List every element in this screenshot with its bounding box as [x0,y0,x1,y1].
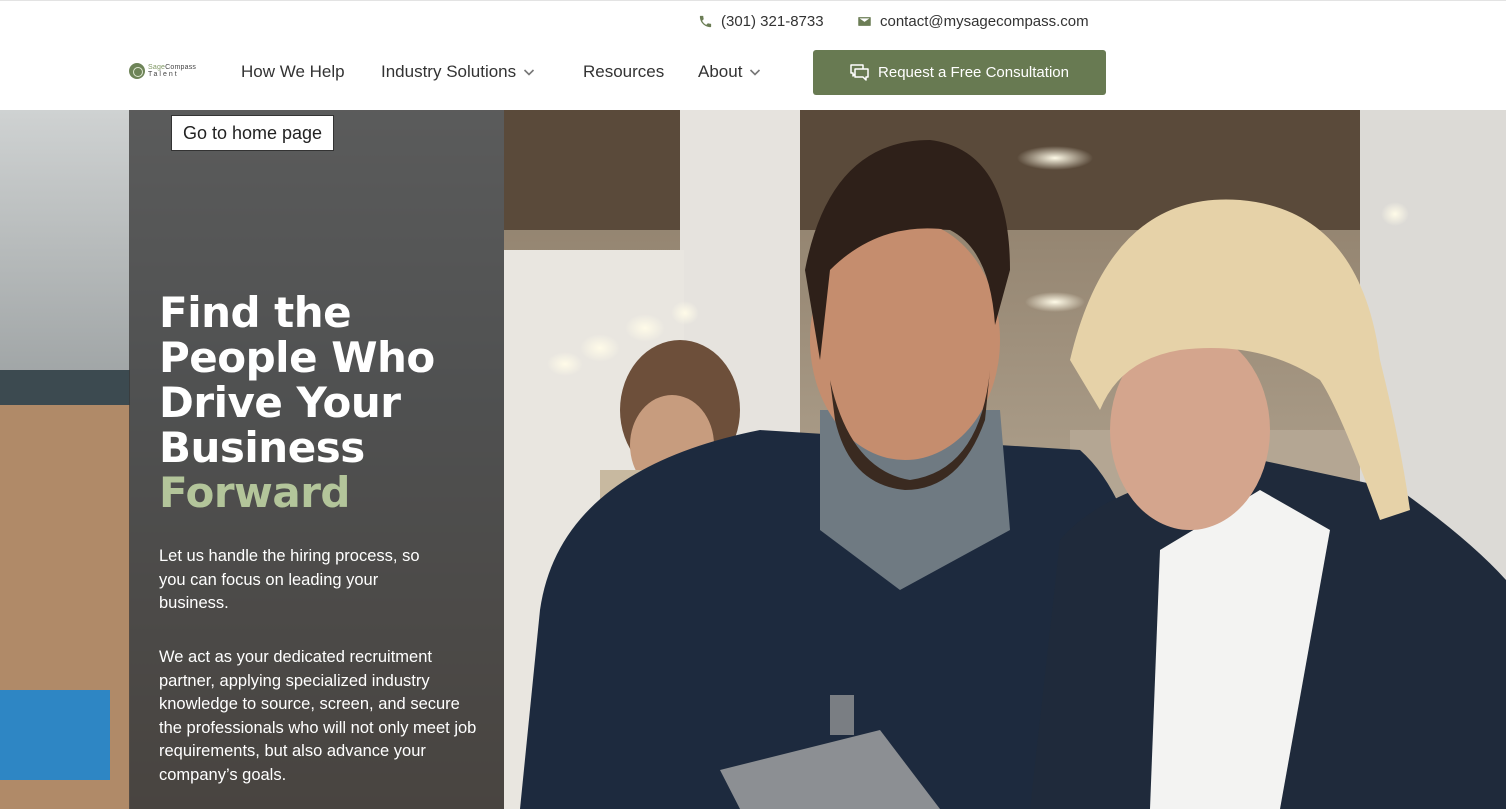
nav-resources[interactable]: Resources [583,62,664,82]
chat-icon [850,64,869,81]
logo-word-compass: Compass [165,64,197,71]
logo[interactable]: SageCompass Talent [129,63,196,79]
headline-line-1: Find the [159,288,352,337]
email-address: contact@mysagecompass.com [880,13,1089,30]
email-link[interactable]: contact@mysagecompass.com [857,13,1089,30]
nav-about[interactable]: About [698,62,761,82]
request-consultation-button[interactable]: Request a Free Consultation [813,50,1106,95]
logo-text: SageCompass Talent [148,64,196,78]
nav-label: Resources [583,62,665,81]
phone-number: (301) 321-8733 [721,13,824,30]
chevron-down-icon [750,69,761,76]
chevron-down-icon [524,69,535,76]
logo-word-talent: Talent [148,71,179,78]
nav-how-we-help[interactable]: How We Help [241,62,345,82]
headline-accent: Forward [159,468,350,517]
nav-label: About [698,62,743,81]
hero-description-paragraph: We act as your dedicated recruitment par… [159,648,477,784]
main-nav: SageCompass Talent How We Help Industry … [0,44,1506,110]
hero-section: Go to home page Find the People Who Driv… [0,110,1506,809]
headline-line-4: Business [159,423,365,472]
cta-label: Request a Free Consultation [878,64,1069,81]
contact-bar: (301) 321-8733 contact@mysagecompass.com [0,0,1506,44]
nav-label: Industry Solutions [381,62,517,81]
hero-intro-paragraph: Let us handle the hiring process, so you… [159,547,420,612]
headline-line-3: Drive Your [159,378,401,427]
nav-industry-solutions[interactable]: Industry Solutions [381,62,535,82]
phone-icon [699,15,712,28]
hero-headline: Find the People Who Drive Your Business … [159,290,489,515]
compass-logo-icon [129,63,145,79]
home-link[interactable]: Go to home page [171,115,334,151]
home-link-label: Go to home page [182,122,323,143]
nav-label: How We Help [241,62,345,81]
phone-link[interactable]: (301) 321-8733 [698,13,824,30]
headline-line-2: People Who [159,333,435,382]
mail-icon [858,17,871,26]
logo-word-sage: Sage [148,64,166,71]
